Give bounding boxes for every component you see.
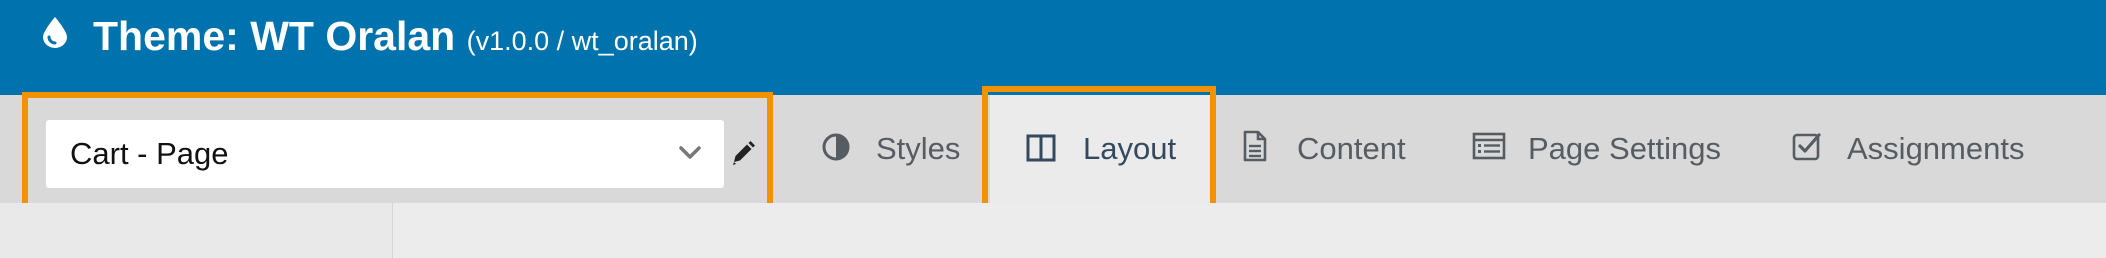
tab-label-assignments: Assignments — [1847, 131, 2025, 166]
theme-version: (v1.0.0 / wt_oralan) — [466, 26, 698, 56]
tab-label-page-settings: Page Settings — [1528, 131, 1722, 166]
app-header: Theme: WT Oralan (v1.0.0 / wt_oralan) — [0, 0, 2106, 95]
tab-label-content: Content — [1297, 131, 1406, 166]
list-panel-icon — [1472, 132, 1506, 160]
page-selector-highlight — [22, 92, 773, 211]
drop-icon — [43, 17, 67, 48]
theme-title: Theme: WT Oralan — [93, 13, 456, 59]
layout-tab-highlight — [982, 86, 1216, 213]
content-area — [0, 203, 2106, 258]
document-icon — [1243, 130, 1267, 162]
tab-label-styles: Styles — [876, 131, 961, 166]
tab-content[interactable]: Content — [1220, 95, 1420, 203]
half-circle-icon — [822, 133, 850, 161]
left-sidebar-pane — [0, 203, 393, 258]
tab-page-settings[interactable]: Page Settings — [1460, 95, 1740, 203]
page-title: Theme: WT Oralan (v1.0.0 / wt_oralan) — [93, 12, 698, 65]
tab-assignments[interactable]: Assignments — [1780, 95, 2070, 203]
checkbox-icon — [1792, 133, 1821, 161]
tab-styles[interactable]: Styles — [800, 95, 980, 203]
